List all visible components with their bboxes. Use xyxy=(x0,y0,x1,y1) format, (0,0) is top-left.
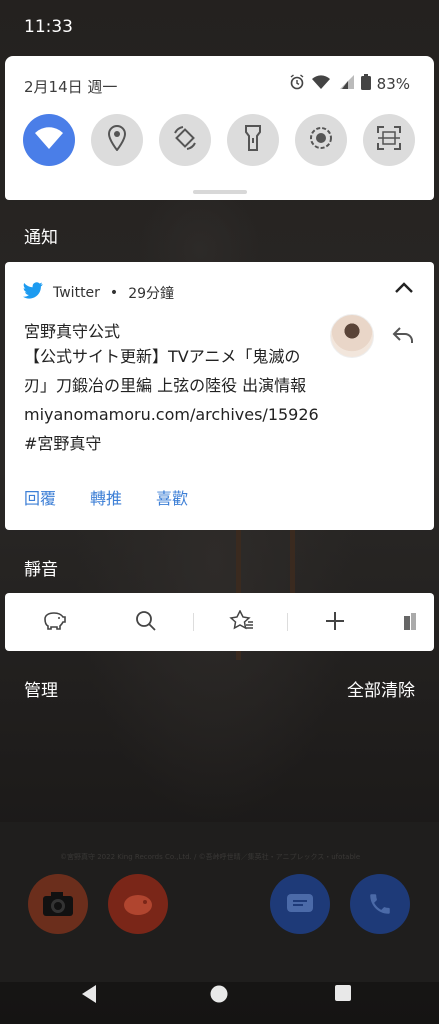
notification-app-name: Twitter xyxy=(53,284,100,301)
toolbar-divider xyxy=(287,613,288,631)
plus-icon[interactable] xyxy=(324,610,346,636)
reply-action[interactable]: 回覆 xyxy=(24,485,56,509)
record-icon xyxy=(308,125,334,155)
messages-app-icon xyxy=(270,874,330,934)
status-time: 11:33 xyxy=(24,17,73,37)
signal-icon xyxy=(337,74,355,94)
qs-tile-location[interactable] xyxy=(91,114,143,166)
battery-percent: 83% xyxy=(376,75,410,93)
silent-section-label: 靜音 xyxy=(24,560,58,580)
notification-time: 29分鐘 xyxy=(128,285,175,302)
location-pin-icon xyxy=(107,124,127,155)
notifications-section-label: 通知 xyxy=(24,228,58,248)
piggy-bank-icon[interactable] xyxy=(41,610,67,636)
qs-drag-handle[interactable] xyxy=(193,190,247,194)
back-button[interactable] xyxy=(80,984,98,1008)
qs-tiles: 5 xyxy=(23,114,415,166)
search-icon[interactable] xyxy=(135,610,157,636)
recents-button[interactable] xyxy=(334,984,352,1006)
avatar xyxy=(330,314,374,358)
like-action[interactable]: 喜歡 xyxy=(156,485,188,509)
notification-body: 【公式サイト更新】TVアニメ「鬼滅の刃」刀鍛冶の里編 上弦の陸役 出演情報 mi… xyxy=(24,347,319,453)
notification-title: 宮野真守公式 xyxy=(24,322,121,341)
battery-icon xyxy=(360,74,371,94)
chevron-up-icon xyxy=(394,280,414,299)
camera-app-icon xyxy=(28,874,88,934)
rotate-icon xyxy=(172,125,198,155)
collapse-button[interactable] xyxy=(394,280,414,299)
phone-app-icon xyxy=(350,874,410,934)
twitter-bird-icon xyxy=(23,282,43,303)
wifi-status-icon xyxy=(311,74,331,94)
twitter-notification[interactable]: Twitter • 29分鐘 宮野真守公式 【公式サイト更新】TVアニメ「鬼滅の… xyxy=(5,262,434,530)
retweet-action[interactable]: 轉推 xyxy=(90,485,122,509)
wallpaper-copyright: ©宮野真守 2022 King Records Co.,Ltd. / ©吾峠呼世… xyxy=(60,853,361,861)
manage-button[interactable]: 管理 xyxy=(24,676,58,701)
reply-icon xyxy=(392,327,414,348)
qs-tile-qr-scanner[interactable] xyxy=(363,114,415,166)
notification-actions: 回覆 轉推 喜歡 xyxy=(24,485,188,509)
toolbar-divider xyxy=(193,613,194,631)
list-icon[interactable] xyxy=(403,610,417,636)
qs-tile-screen-record[interactable] xyxy=(295,114,347,166)
notification-separator: • xyxy=(109,284,119,301)
wifi-badge: 5 xyxy=(33,139,40,150)
qs-date[interactable]: 2月14日 週一 xyxy=(24,76,117,97)
home-button[interactable] xyxy=(209,984,229,1008)
favorites-icon[interactable] xyxy=(229,609,255,636)
qs-status-icons: 83% xyxy=(289,74,410,94)
notification-header: Twitter • 29分鐘 xyxy=(23,282,174,303)
navigation-bar xyxy=(0,962,439,1024)
qr-scan-icon xyxy=(376,125,402,155)
qs-tile-wifi[interactable]: 5 xyxy=(23,114,75,166)
alarm-icon xyxy=(289,74,305,94)
qs-tile-flashlight[interactable] xyxy=(227,114,279,166)
piggy-app-icon xyxy=(108,874,168,934)
reply-button[interactable] xyxy=(392,326,414,348)
clear-all-button[interactable]: 全部清除 xyxy=(347,676,415,701)
quick-settings-panel: 2月14日 週一 83% 5 xyxy=(5,56,434,200)
silent-notification-toolbar[interactable] xyxy=(5,593,434,651)
flashlight-icon xyxy=(244,124,262,156)
qs-tile-auto-rotate[interactable] xyxy=(159,114,211,166)
